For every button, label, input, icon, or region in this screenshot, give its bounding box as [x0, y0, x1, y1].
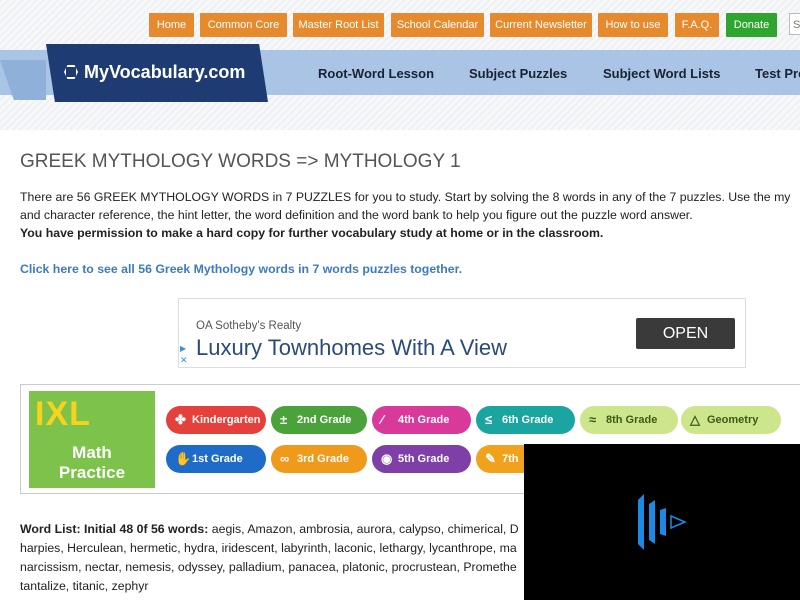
nav-root-word-lesson[interactable]: Root-Word Lesson	[318, 66, 434, 81]
nav-test-prep[interactable]: Test Pre	[755, 66, 800, 81]
ixl-logo[interactable]: IXL Math Practice	[29, 391, 155, 488]
logo-bar-1	[638, 494, 644, 550]
counting-icon: ✋	[175, 451, 192, 466]
permission-note: You have permission to make a hard copy …	[20, 226, 604, 240]
grade-3-button[interactable]: ∞ 3rd Grade	[271, 445, 367, 473]
word-list-words-1: aegis, Amazon, ambrosia, aurora, calypso…	[208, 522, 519, 536]
grade-label: 2nd Grade	[297, 414, 352, 426]
logo-bar-3	[660, 508, 666, 536]
grade-label: 7th	[502, 453, 519, 465]
site-logo[interactable]: MyVocabulary.com	[64, 62, 245, 83]
nav-home-button[interactable]: Home	[149, 13, 194, 37]
nav-common-core-button[interactable]: Common Core	[200, 13, 287, 37]
play-triangle	[670, 514, 687, 530]
logo-bar-2	[649, 500, 655, 544]
grade-label: 4th Grade	[398, 414, 450, 426]
ixl-logo-text: IXL	[35, 395, 91, 433]
grade-2-button[interactable]: ±2nd Grade	[271, 406, 367, 434]
grade-label: 1st Grade	[192, 453, 243, 465]
intro-line-1: There are 56 GREEK MYTHOLOGY WORDS in 7 …	[20, 190, 791, 204]
grade-label: 5th Grade	[398, 453, 450, 465]
nav-current-newsletter-button[interactable]: Current Newsletter	[490, 13, 592, 37]
ad-open-button[interactable]: OPEN	[636, 318, 735, 349]
cake-icon: ◉	[381, 451, 393, 466]
realty-ad[interactable]: OA Sotheby's Realty Luxury Townhomes Wit…	[178, 298, 746, 368]
grade-kindergarten-button[interactable]: ✤ Kindergarten	[166, 406, 266, 434]
ad-advertiser: OA Sotheby's Realty	[196, 320, 302, 332]
grade-label: Geometry	[707, 414, 759, 426]
ad-choices-icon[interactable]: ▶	[180, 344, 186, 353]
nav-master-root-list-button[interactable]: Master Root List	[293, 13, 384, 37]
geometry-button[interactable]: △ Geometry	[681, 406, 781, 434]
grade-1-button[interactable]: ✋ 1st Grade	[166, 445, 266, 473]
grade-5-button[interactable]: ◉ 5th Grade	[372, 445, 471, 473]
intro-line-2: and character reference, the hint letter…	[20, 208, 693, 222]
nav-subject-word-lists[interactable]: Subject Word Lists	[603, 66, 721, 81]
grade-6-button[interactable]: ≤6th Grade	[476, 406, 575, 434]
grade-label: Kindergarten	[192, 414, 261, 426]
fraction-icon: ⁄	[381, 412, 384, 427]
shapes-icon: ✤	[175, 412, 186, 427]
grade-8-button[interactable]: ≈8th Grade	[580, 406, 678, 434]
approx-icon: ≈	[589, 412, 597, 427]
see-all-words-link[interactable]: Click here to see all 56 Greek Mythology…	[20, 262, 462, 276]
ixl-subtitle-practice: Practice	[58, 463, 126, 482]
hexagon-icon	[64, 65, 78, 79]
plus-minus-icon: ±	[280, 412, 288, 427]
grade-label: 3rd Grade	[297, 453, 349, 465]
nav-faq-button[interactable]: F.A.Q.	[675, 13, 719, 37]
nav-how-to-use-button[interactable]: How to use	[598, 13, 668, 37]
pencil-icon: ✎	[485, 451, 496, 466]
video-play-logo-icon[interactable]	[638, 494, 688, 550]
page-title: GREEK MYTHOLOGY WORDS => MYTHOLOGY 1	[20, 151, 461, 172]
less-equal-icon: ≤	[485, 412, 493, 427]
site-logo-text: MyVocabulary.com	[84, 62, 246, 82]
ad-close-icon[interactable]: ✕	[180, 355, 188, 366]
nav-school-calendar-button[interactable]: School Calendar	[391, 13, 484, 37]
ad-headline[interactable]: Luxury Townhomes With A View	[196, 335, 507, 361]
word-list-label: Word List: Initial 48 0f 56 words:	[20, 522, 209, 536]
ixl-math-practice: Math Practice	[29, 443, 155, 483]
grade-label: 8th Grade	[606, 414, 658, 426]
triangle-icon: △	[690, 412, 700, 427]
search-input[interactable]: S	[789, 13, 800, 35]
grade-4-button[interactable]: ⁄ 4th Grade	[372, 406, 471, 434]
donate-button[interactable]: Donate	[726, 13, 777, 37]
grade-label: 6th Grade	[502, 414, 554, 426]
intro-text: There are 56 GREEK MYTHOLOGY WORDS in 7 …	[20, 188, 800, 242]
nav-subject-puzzles[interactable]: Subject Puzzles	[469, 66, 567, 81]
ixl-subtitle-math: Math	[72, 443, 112, 462]
infinity-icon: ∞	[280, 451, 290, 466]
